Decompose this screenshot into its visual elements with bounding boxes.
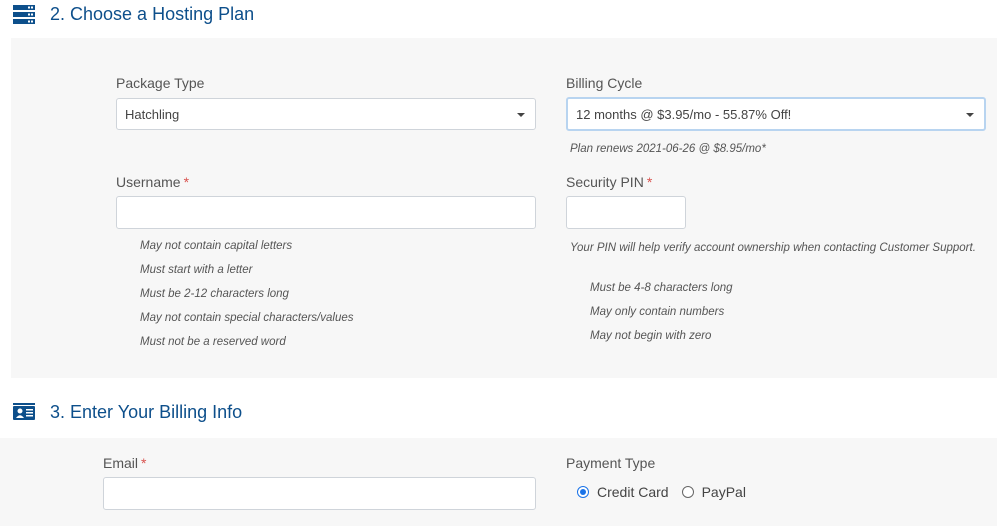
username-rule: Must not be a reserved word: [140, 336, 286, 348]
radio-label-credit-card[interactable]: Credit Card: [597, 484, 669, 500]
server-icon: [12, 4, 36, 24]
username-rule: Must start with a letter: [140, 264, 253, 276]
pin-rule: Must be 4-8 characters long: [590, 282, 733, 294]
payment-type-label: Payment Type: [566, 455, 656, 471]
email-label: Email *: [103, 455, 146, 471]
package-type-label: Package Type: [116, 75, 205, 91]
radio-credit-card[interactable]: [577, 486, 589, 498]
billing-cycle-select[interactable]: 12 months @ $3.95/mo - 55.87% Off!: [566, 97, 986, 131]
required-asterisk: *: [141, 455, 147, 471]
security-pin-label: Security PIN *: [566, 174, 652, 190]
email-label-text: Email: [103, 455, 139, 471]
email-input[interactable]: [103, 477, 536, 510]
section-heading-hosting-plan: 2. Choose a Hosting Plan: [12, 3, 254, 25]
chevron-down-icon: [517, 113, 525, 117]
package-type-value: Hatchling: [125, 106, 180, 122]
security-pin-label-text: Security PIN: [566, 174, 644, 190]
package-type-select[interactable]: Hatchling: [116, 98, 536, 130]
radio-label-paypal[interactable]: PayPal: [702, 484, 746, 500]
pin-rule: May only contain numbers: [590, 306, 725, 318]
username-input[interactable]: [116, 196, 536, 229]
required-asterisk: *: [183, 174, 190, 190]
billing-cycle-label: Billing Cycle: [566, 75, 643, 91]
section-heading-billing-info: 3. Enter Your Billing Info: [12, 401, 242, 423]
security-pin-description: Your PIN will help verify account owners…: [570, 242, 976, 254]
username-rule: May not contain special characters/value…: [140, 312, 354, 324]
chevron-down-icon: [966, 113, 974, 117]
username-rule: Must be 2-12 characters long: [140, 288, 289, 300]
radio-paypal[interactable]: [681, 486, 694, 498]
pin-rule: May not begin with zero: [590, 330, 712, 342]
security-pin-input[interactable]: [566, 196, 686, 229]
plan-renewal-note: Plan renews 2021-06-26 @ $8.95/mo*: [570, 143, 766, 155]
billing-cycle-value: 12 months @ $3.95/mo - 55.87% Off!: [576, 106, 792, 122]
required-asterisk: *: [646, 174, 653, 190]
username-rule: May not contain capital letters: [140, 240, 293, 252]
id-card-icon: [12, 402, 36, 422]
username-label-text: Username: [116, 174, 181, 190]
section-title: 3. Enter Your Billing Info: [50, 401, 243, 422]
section-title: 2. Choose a Hosting Plan: [50, 3, 255, 24]
username-label: Username *: [116, 174, 189, 190]
payment-type-options: Credit Card PayPal: [577, 484, 746, 500]
